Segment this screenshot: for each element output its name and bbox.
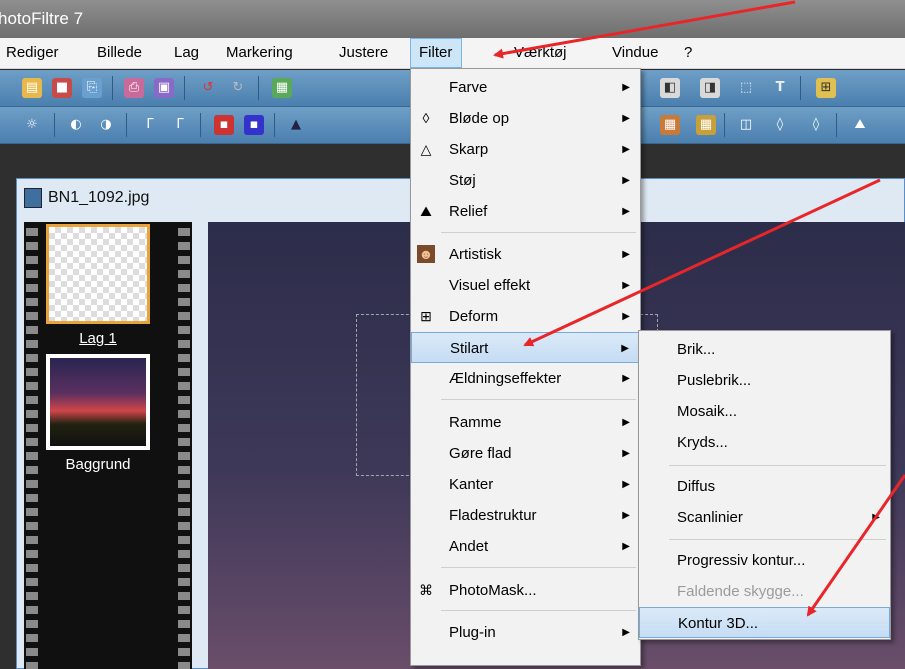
image-icon[interactable]: ▦ bbox=[272, 78, 292, 98]
menu-bar: Rediger Billede Lag Markering Justere Fi… bbox=[0, 38, 905, 69]
menu-item-photomask[interactable]: ⌘ PhotoMask... bbox=[411, 575, 640, 606]
menu-filter[interactable]: Filter bbox=[410, 38, 462, 68]
menu-rediger[interactable]: Rediger bbox=[6, 38, 59, 68]
menu-item-progressiv-kontur[interactable]: Progressiv kontur... bbox=[639, 545, 890, 576]
menu-item-scanlinier[interactable]: Scanlinier ▶ bbox=[639, 502, 890, 533]
menu-separator bbox=[441, 567, 636, 568]
gamma-minus-icon[interactable]: Γ bbox=[140, 115, 160, 135]
menu-vindue[interactable]: Vindue bbox=[612, 38, 658, 68]
menu-item-artistisk[interactable]: ☻ Artistisk ▶ bbox=[411, 239, 640, 270]
toolbar-separator bbox=[184, 76, 185, 100]
grid-icon[interactable]: ▦ bbox=[696, 115, 716, 135]
triangle-icon: △ bbox=[420, 141, 432, 157]
menu-lag[interactable]: Lag bbox=[174, 38, 199, 68]
toolbar-separator bbox=[800, 76, 801, 100]
menu-item-deform[interactable]: ⊞ Deform ▶ bbox=[411, 301, 640, 332]
menu-item-skarp[interactable]: △ Skarp ▶ bbox=[411, 134, 640, 165]
filter-menu: Farve ▶ ◊ Bløde op ▶ △ Skarp ▶ Støj ▶ ⛰ Relief ▶… bbox=[410, 68, 641, 666]
brightness-icon[interactable]: ☼ bbox=[22, 115, 42, 135]
relief-icon[interactable]: ⛰ bbox=[850, 115, 870, 135]
menu-item-aeldningseffekter[interactable]: Ældningseffekter ▶ bbox=[411, 363, 640, 394]
drop-icon[interactable]: ◊ bbox=[770, 115, 790, 135]
drop-icon: ◊ bbox=[422, 110, 430, 126]
mosaic-icon[interactable]: ▦ bbox=[660, 115, 680, 135]
redo-icon[interactable]: ↻ bbox=[228, 78, 248, 98]
mask-icon: ⌘ bbox=[419, 582, 433, 598]
color-minus-icon[interactable]: ▪ bbox=[214, 115, 234, 135]
toolbar-separator bbox=[274, 113, 275, 137]
mountain-icon: ⛰ bbox=[420, 203, 432, 219]
portrait-icon: ☻ bbox=[417, 245, 435, 263]
toolbar-separator bbox=[258, 76, 259, 100]
menu-billede[interactable]: Billede bbox=[97, 38, 142, 68]
menu-help[interactable]: ? bbox=[684, 38, 692, 68]
menu-item-brik[interactable]: Brik... bbox=[639, 334, 890, 365]
undo-icon[interactable]: ↺ bbox=[198, 78, 218, 98]
image-file-icon bbox=[24, 188, 42, 208]
grid-icon: ⊞ bbox=[420, 308, 432, 324]
menu-item-fladestruktur[interactable]: Fladestruktur ▶ bbox=[411, 500, 640, 531]
menu-item-gore-flad[interactable]: Gøre flad ▶ bbox=[411, 438, 640, 469]
selection-icon[interactable]: ⬚ bbox=[736, 78, 756, 98]
menu-separator bbox=[669, 465, 886, 466]
toolbar-separator bbox=[200, 113, 201, 137]
toolbar-separator bbox=[126, 113, 127, 137]
save-icon[interactable]: ■ bbox=[52, 78, 72, 98]
filmstrip-holes bbox=[178, 222, 190, 669]
menu-item-ramme[interactable]: Ramme ▶ bbox=[411, 407, 640, 438]
layer-label-lag1[interactable]: Lag 1 bbox=[46, 330, 150, 347]
color-plus-icon[interactable]: ▪ bbox=[244, 115, 264, 135]
layer-thumbnail-lag1[interactable] bbox=[46, 224, 150, 324]
menu-item-stilart[interactable]: Stilart ▶ bbox=[411, 332, 640, 363]
menu-item-andet[interactable]: Andet ▶ bbox=[411, 531, 640, 562]
filmstrip-holes bbox=[26, 222, 38, 669]
menu-item-kryds[interactable]: Kryds... bbox=[639, 427, 890, 458]
open-icon[interactable]: ▤ bbox=[22, 78, 42, 98]
stilart-submenu: Brik... Puslebrik... Mosaik... Kryds... … bbox=[638, 330, 891, 640]
menu-item-visuel-effekt[interactable]: Visuel effekt ▶ bbox=[411, 270, 640, 301]
layer-thumbnail-background[interactable] bbox=[46, 354, 150, 450]
flip-icon[interactable]: ◫ bbox=[736, 115, 756, 135]
menu-item-kontur-3d[interactable]: Kontur 3D... bbox=[639, 607, 890, 638]
menu-vaerktoj[interactable]: Værktøj bbox=[514, 38, 567, 68]
window-title: hotoFiltre 7 bbox=[0, 9, 84, 28]
toolbar-separator bbox=[724, 113, 725, 137]
print-icon[interactable]: ⎙ bbox=[124, 78, 144, 98]
menu-item-puslebrik[interactable]: Puslebrik... bbox=[639, 365, 890, 396]
menu-separator bbox=[441, 610, 636, 611]
scan-icon[interactable]: ▣ bbox=[154, 78, 174, 98]
menu-item-farve[interactable]: Farve ▶ bbox=[411, 72, 640, 103]
menu-item-mosaik[interactable]: Mosaik... bbox=[639, 396, 890, 427]
menu-item-faldende-skygge: Faldende skygge... bbox=[677, 583, 804, 600]
menu-separator bbox=[669, 539, 886, 540]
crop-icon[interactable]: ◧ bbox=[660, 78, 680, 98]
layer-label-background[interactable]: Baggrund bbox=[46, 456, 150, 473]
menu-justere[interactable]: Justere bbox=[339, 38, 388, 68]
contrast-plus-icon[interactable]: ◑ bbox=[96, 115, 116, 135]
menu-item-kanter[interactable]: Kanter ▶ bbox=[411, 469, 640, 500]
menu-markering[interactable]: Markering bbox=[226, 38, 293, 68]
menu-item-stoj[interactable]: Støj ▶ bbox=[411, 165, 640, 196]
menu-item-diffus[interactable]: Diffus bbox=[639, 471, 890, 502]
text-icon[interactable]: T bbox=[770, 78, 790, 98]
document-title: BN1_1092.jpg bbox=[48, 189, 150, 206]
menu-item-blode-op[interactable]: ◊ Bløde op ▶ bbox=[411, 103, 640, 134]
contrast-minus-icon[interactable]: ◐ bbox=[66, 115, 86, 135]
menu-item-plug-in[interactable]: Plug-in ▶ bbox=[411, 617, 640, 648]
menu-item-relief[interactable]: ⛰ Relief ▶ bbox=[411, 196, 640, 227]
toolbar-separator bbox=[54, 113, 55, 137]
copy-icon[interactable]: ⎘ bbox=[82, 78, 102, 98]
toolbar-separator bbox=[836, 113, 837, 137]
window-titlebar: hotoFiltre 7 bbox=[0, 0, 905, 38]
gamma-plus-icon[interactable]: Γ bbox=[170, 115, 190, 135]
menu-separator bbox=[441, 399, 636, 400]
menu-separator bbox=[441, 232, 636, 233]
frame-icon[interactable]: ◨ bbox=[700, 78, 720, 98]
layer-icon[interactable]: ⊞ bbox=[816, 78, 836, 98]
drops-icon[interactable]: ◊ bbox=[806, 115, 826, 135]
toolbar-separator bbox=[112, 76, 113, 100]
histogram-icon[interactable]: ▲ bbox=[286, 115, 306, 135]
